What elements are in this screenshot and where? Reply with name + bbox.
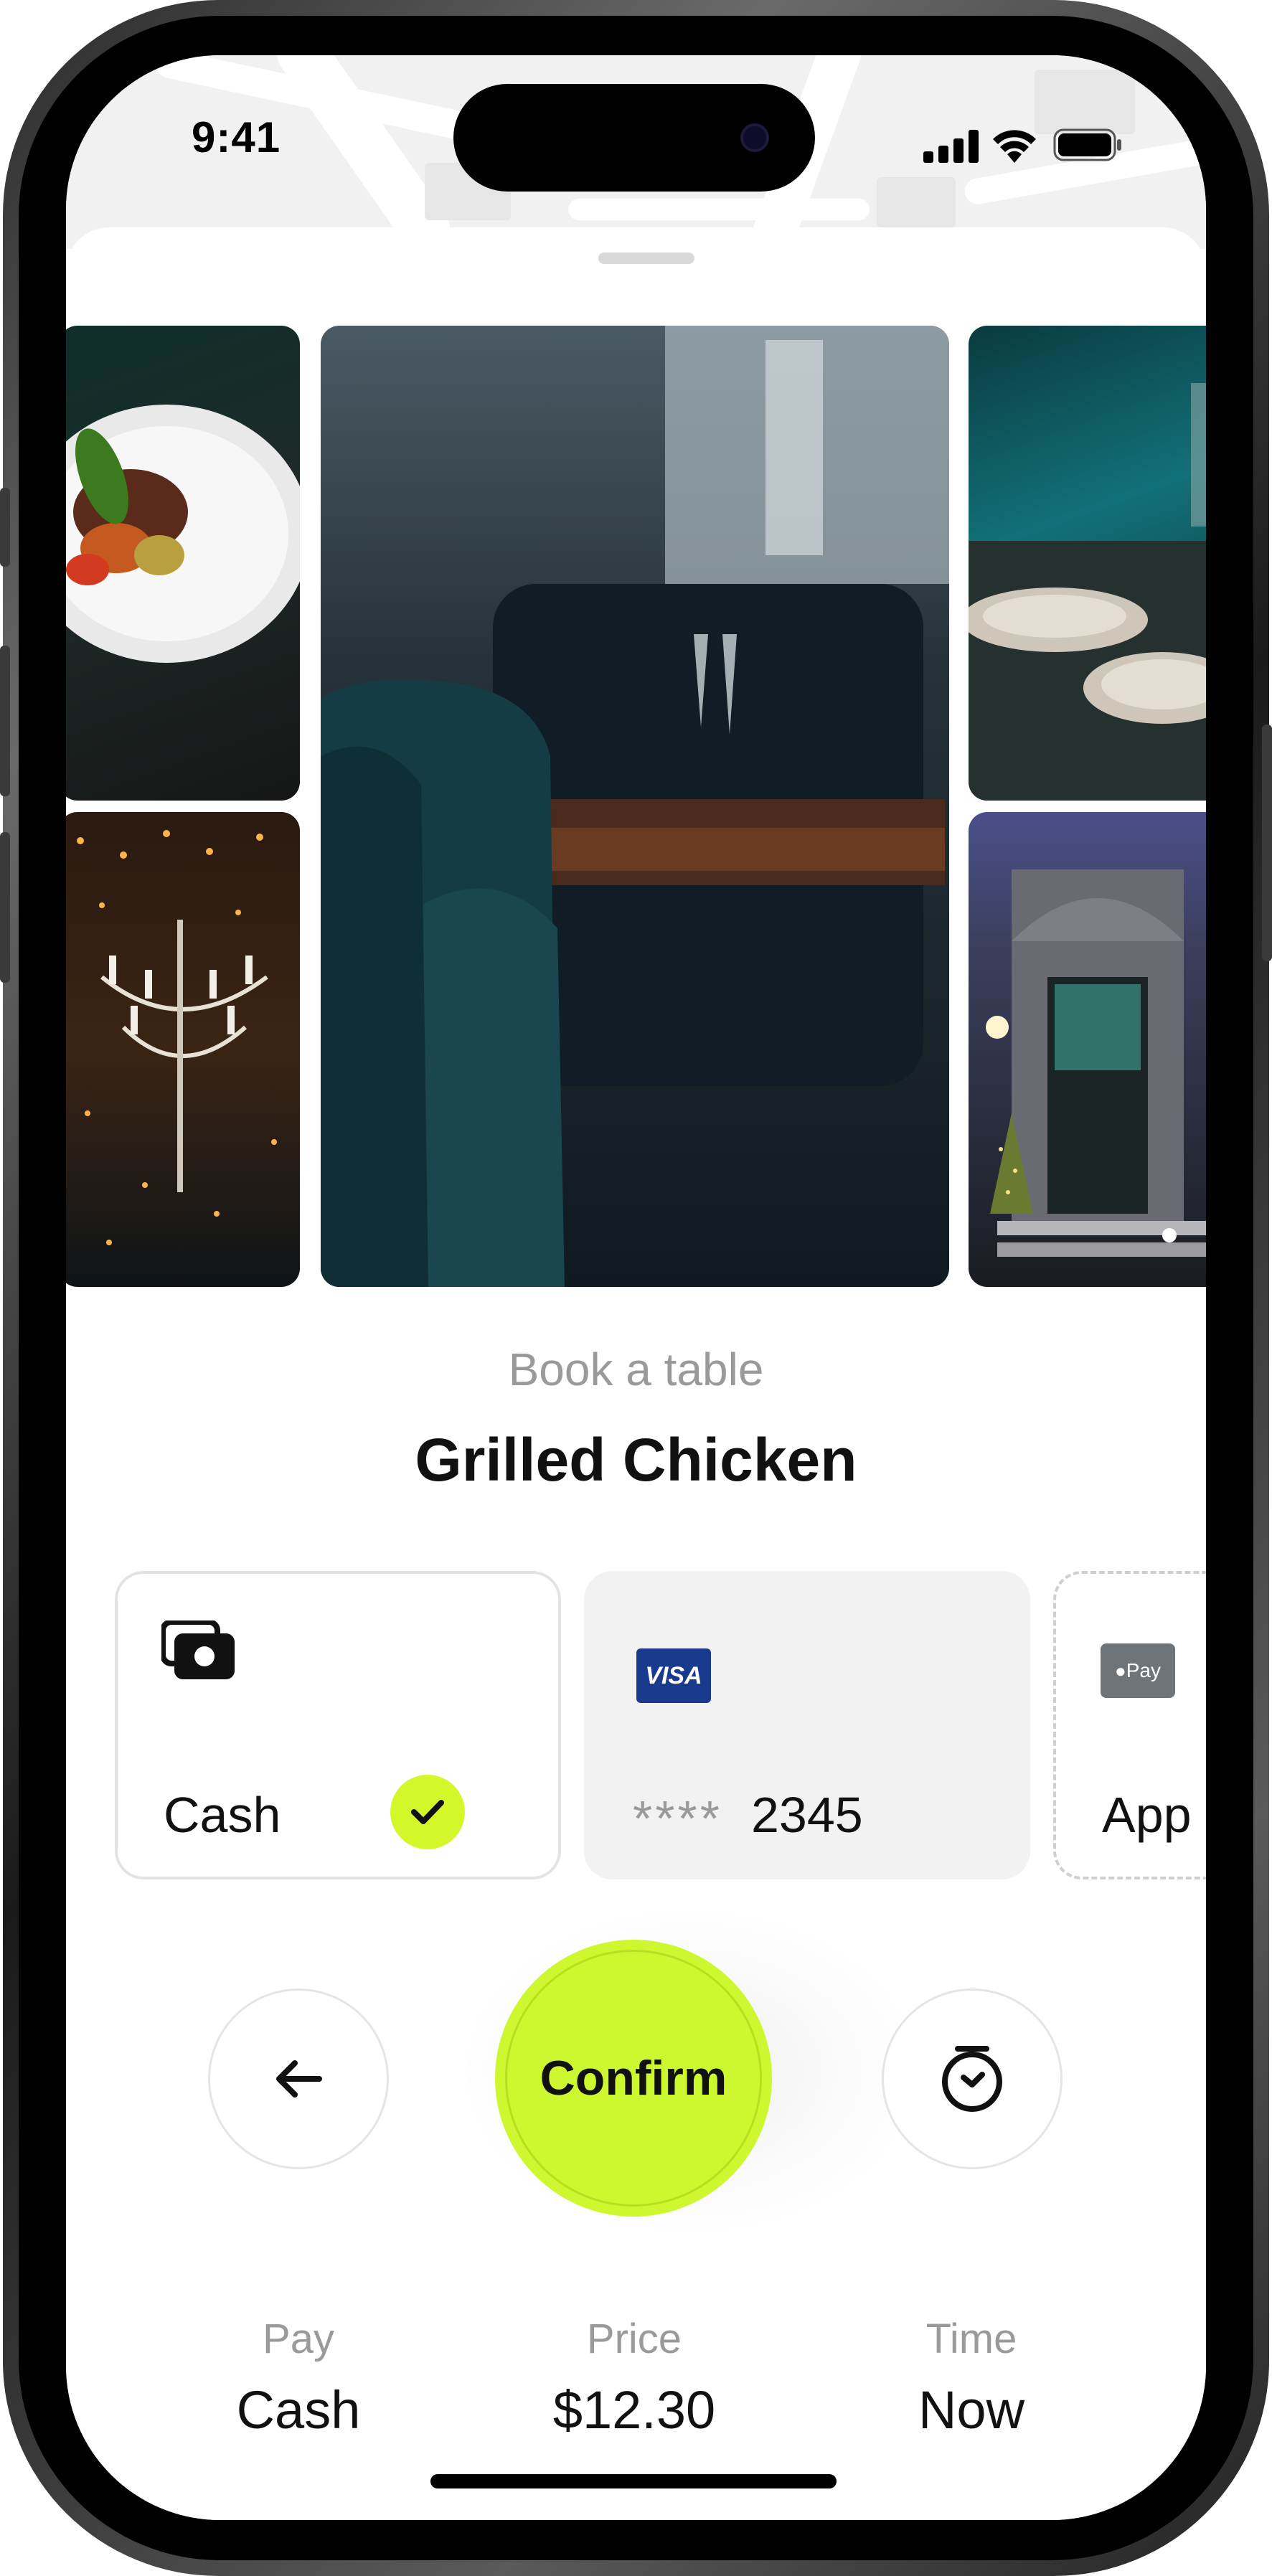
- volume-up-button: [0, 646, 10, 796]
- back-button[interactable]: [208, 1988, 389, 2169]
- battery-icon: [1053, 128, 1123, 161]
- price-summary-label: Price: [586, 2316, 682, 2362]
- volume-down-button: [0, 832, 10, 983]
- page-subtitle: Book a table: [508, 1344, 764, 1395]
- screen: 9:41 Book a table Grilled Chicken Cash V…: [66, 55, 1206, 2520]
- price-summary-value: $12.30: [552, 2380, 716, 2440]
- home-indicator[interactable]: [430, 2474, 837, 2488]
- visa-logo: VISA: [636, 1648, 711, 1703]
- front-camera: [740, 123, 769, 152]
- page-title: Grilled Chicken: [415, 1426, 857, 1494]
- card-mask: ****: [633, 1791, 722, 1846]
- teal-booth-table-photo[interactable]: [969, 326, 1206, 801]
- card-last4: 2345: [751, 1787, 863, 1843]
- status-time: 9:41: [192, 113, 281, 161]
- apple-pay-label: App: [1102, 1787, 1192, 1843]
- cellular-signal-icon: [923, 130, 981, 163]
- confirm-button[interactable]: Confirm: [495, 1940, 772, 2217]
- action-button: [0, 488, 10, 567]
- confirm-label: Confirm: [540, 2051, 727, 2105]
- restaurant-entrance-photo[interactable]: [969, 812, 1206, 1287]
- cash-label: Cash: [164, 1787, 281, 1843]
- wingback-chair-table-photo[interactable]: [321, 326, 949, 1287]
- apple-pay-logo: ● Pay: [1101, 1643, 1175, 1698]
- wifi-icon: [991, 127, 1037, 163]
- sheet-grabber[interactable]: [598, 253, 694, 264]
- chandelier-photo[interactable]: [66, 812, 300, 1287]
- arrow-left-icon: [276, 2060, 322, 2098]
- clock-icon: [942, 2046, 1002, 2112]
- pay-summary-value: Cash: [236, 2380, 361, 2440]
- apple-icon: ●: [1115, 1659, 1126, 1681]
- selected-check-icon: [390, 1775, 465, 1849]
- time-button[interactable]: [882, 1988, 1063, 2169]
- time-summary-label: Time: [925, 2316, 1017, 2362]
- pay-summary-label: Pay: [263, 2316, 334, 2362]
- time-summary-value: Now: [918, 2380, 1025, 2440]
- cash-icon: [160, 1619, 236, 1681]
- apple-pay-brand: Pay: [1126, 1659, 1161, 1681]
- octopus-dish-photo[interactable]: [66, 326, 300, 801]
- power-button: [1262, 725, 1272, 961]
